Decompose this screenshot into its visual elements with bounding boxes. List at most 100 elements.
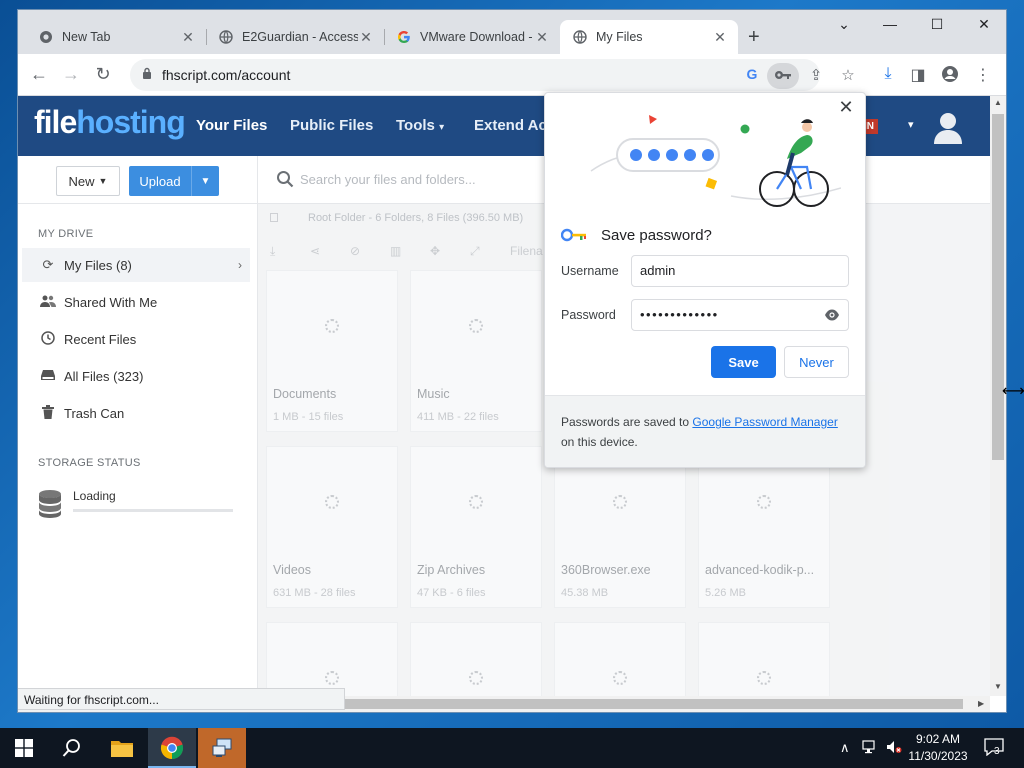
tab-vmware[interactable]: VMware Download - ✕ bbox=[384, 20, 561, 54]
close-icon[interactable]: ✕ bbox=[180, 29, 196, 46]
tab-my-files[interactable]: My Files ✕ bbox=[560, 20, 738, 54]
chrome-icon bbox=[160, 736, 184, 760]
address-bar[interactable]: fhscript.com/account G ⇪ ☆ bbox=[130, 59, 855, 91]
share-icon[interactable]: ⇪ bbox=[806, 66, 826, 84]
nav-public-files[interactable]: Public Files bbox=[290, 117, 373, 134]
drive-icon bbox=[38, 369, 58, 384]
caret-down-icon[interactable]: ▾ bbox=[908, 118, 914, 131]
tray-chevron-icon[interactable]: ∧ bbox=[840, 740, 850, 756]
menu-kebab-icon[interactable]: ⋮ bbox=[973, 65, 993, 85]
start-button[interactable] bbox=[0, 728, 48, 768]
system-clock[interactable]: 9:02 AM 11/30/2023 bbox=[906, 731, 970, 765]
file-card[interactable] bbox=[410, 622, 542, 696]
file-card[interactable] bbox=[698, 622, 830, 696]
sidebar-item-shared[interactable]: Shared With Me bbox=[22, 285, 250, 319]
scroll-right-icon[interactable]: ▶ bbox=[978, 699, 984, 708]
upload-button[interactable]: Upload ▼ bbox=[129, 166, 219, 196]
file-card[interactable] bbox=[266, 622, 398, 696]
network-icon[interactable] bbox=[862, 740, 878, 757]
folder-card-music[interactable]: Music 411 MB - 22 files bbox=[410, 270, 542, 432]
close-icon[interactable]: ✕ bbox=[712, 29, 728, 46]
sync-icon: ⟳ bbox=[42, 257, 54, 272]
save-password-dialog: ✕ Save password? Username admin Password bbox=[544, 92, 866, 468]
new-tab-button[interactable]: + bbox=[748, 26, 760, 49]
save-button[interactable]: Save bbox=[711, 346, 776, 378]
search-button[interactable] bbox=[48, 728, 96, 768]
eye-icon[interactable] bbox=[824, 308, 840, 322]
loading-spinner-icon bbox=[325, 671, 339, 685]
link-tool-icon[interactable]: ⊘ bbox=[350, 244, 360, 258]
scrollbar-thumb[interactable] bbox=[992, 114, 1004, 460]
globe-icon bbox=[218, 29, 234, 45]
file-explorer-button[interactable] bbox=[98, 728, 146, 768]
bookmark-star-icon[interactable]: ☆ bbox=[838, 66, 858, 84]
network-app-button[interactable] bbox=[198, 728, 246, 768]
browser-toolbar: ← → ↻ fhscript.com/account G ⇪ ☆ ⤓ ◨ ⋮ bbox=[18, 54, 1006, 96]
tab-search-chevron-icon[interactable]: ⌄ bbox=[829, 16, 859, 33]
site-logo[interactable]: filehosting bbox=[34, 104, 186, 141]
new-button[interactable]: New ▼ bbox=[56, 166, 120, 196]
maximize-button[interactable]: ☐ bbox=[922, 16, 952, 33]
password-manager-link[interactable]: Google Password Manager bbox=[692, 415, 837, 429]
nav-tools[interactable]: Tools ▾ bbox=[396, 117, 444, 134]
loading-spinner-icon bbox=[325, 495, 339, 509]
sidebar-item-all-files[interactable]: All Files (323) bbox=[22, 359, 250, 393]
folder-card-documents[interactable]: Documents 1 MB - 15 files bbox=[266, 270, 398, 432]
password-label: Password bbox=[561, 308, 616, 322]
password-illustration bbox=[590, 115, 841, 207]
profile-icon[interactable] bbox=[940, 65, 960, 88]
reload-button[interactable]: ↻ bbox=[92, 64, 114, 85]
status-bubble: Waiting for fhscript.com... bbox=[18, 688, 345, 710]
file-card-advanced-kodik[interactable]: advanced-kodik-p... 5.26 MB bbox=[698, 446, 830, 608]
delete-tool-icon[interactable]: ▥ bbox=[390, 244, 401, 258]
forward-button[interactable]: → bbox=[60, 64, 82, 85]
download-icon[interactable]: ⤓ bbox=[878, 65, 898, 83]
scroll-down-icon[interactable]: ▼ bbox=[994, 682, 1002, 691]
loading-spinner-icon bbox=[469, 319, 483, 333]
sidebar-item-my-files[interactable]: ⟳ My Files (8) › bbox=[22, 248, 250, 282]
username-field[interactable]: admin bbox=[631, 255, 849, 287]
database-icon bbox=[39, 490, 61, 518]
close-icon[interactable]: ✕ bbox=[534, 29, 550, 46]
nav-extend-account[interactable]: Extend Acc bbox=[474, 117, 555, 134]
google-lens-icon[interactable]: G bbox=[742, 66, 762, 82]
loading-spinner-icon bbox=[469, 671, 483, 685]
side-panel-icon[interactable]: ◨ bbox=[908, 65, 928, 85]
select-all-checkbox[interactable] bbox=[270, 213, 278, 222]
search-input[interactable]: Search your files and folders... bbox=[300, 172, 476, 187]
username-label: Username bbox=[561, 264, 619, 278]
chrome-taskbar-button[interactable] bbox=[148, 728, 196, 768]
move-tool-icon[interactable]: ✥ bbox=[430, 244, 440, 258]
minimize-button[interactable]: — bbox=[875, 16, 905, 32]
share-tool-icon[interactable]: ⋖ bbox=[310, 244, 320, 258]
password-field[interactable]: ••••••••••••• bbox=[631, 299, 849, 331]
download-tool-icon[interactable]: ⤓ bbox=[270, 244, 275, 259]
tab-new-tab[interactable]: New Tab ✕ bbox=[26, 20, 207, 54]
chrome-icon bbox=[38, 29, 54, 45]
close-icon[interactable]: ✕ bbox=[358, 29, 374, 46]
sidebar-item-recent[interactable]: Recent Files bbox=[22, 322, 250, 356]
loading-spinner-icon bbox=[757, 671, 771, 685]
never-button[interactable]: Never bbox=[784, 346, 849, 378]
filename-sort-label[interactable]: Filena bbox=[510, 244, 543, 258]
folder-card-zip-archives[interactable]: Zip Archives 47 KB - 6 files bbox=[410, 446, 542, 608]
folder-card-videos[interactable]: Videos 631 MB - 28 files bbox=[266, 446, 398, 608]
upload-dropdown-caret[interactable]: ▼ bbox=[191, 166, 219, 196]
file-card-360browser[interactable]: 360Browser.exe 45.38 MB bbox=[554, 446, 686, 608]
tab-title: New Tab bbox=[62, 30, 111, 44]
action-bar: New ▼ Upload ▼ bbox=[18, 156, 258, 204]
scroll-up-icon[interactable]: ▲ bbox=[994, 98, 1002, 107]
close-window-button[interactable]: ✕ bbox=[969, 16, 999, 33]
volume-muted-icon[interactable] bbox=[886, 740, 902, 757]
nav-your-files[interactable]: Your Files bbox=[196, 117, 267, 134]
chevron-right-icon: › bbox=[238, 258, 242, 272]
file-card[interactable] bbox=[554, 622, 686, 696]
back-button[interactable]: ← bbox=[28, 64, 50, 85]
loading-spinner-icon bbox=[325, 319, 339, 333]
sidebar-item-trash[interactable]: Trash Can bbox=[22, 396, 250, 430]
tab-e2guardian[interactable]: E2Guardian - Access D ✕ bbox=[206, 20, 385, 54]
tab-title: E2Guardian - Access D bbox=[242, 30, 358, 44]
tab-title: My Files bbox=[596, 30, 643, 44]
expand-tool-icon[interactable]: ⤢ bbox=[470, 244, 480, 259]
user-avatar-icon[interactable] bbox=[932, 110, 964, 144]
